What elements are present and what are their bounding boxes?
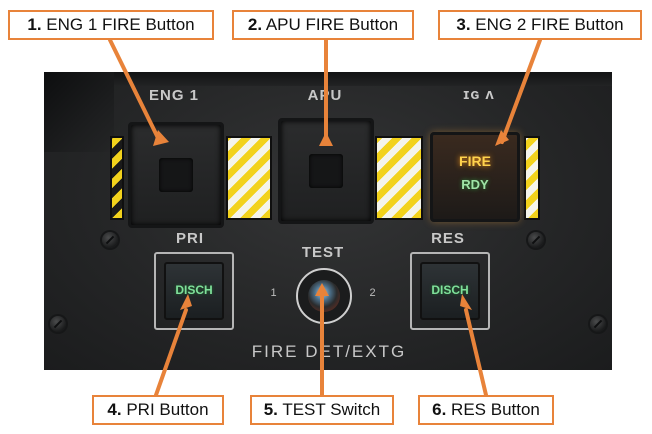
hazard-stripe-left — [110, 136, 124, 220]
pri-disch-button[interactable]: DISCH — [164, 262, 224, 320]
callout-text: ENG 2 FIRE Button — [475, 15, 624, 34]
eng1-fire-button[interactable] — [128, 122, 224, 228]
callout-text: PRI Button — [126, 400, 209, 419]
callout-text: APU FIRE Button — [265, 15, 399, 34]
hazard-stripe-right — [524, 136, 540, 220]
test-label: TEST — [301, 244, 345, 261]
callout-number: 1. — [27, 15, 42, 34]
callout-number: 5. — [263, 400, 278, 419]
test-switch[interactable] — [296, 268, 352, 324]
test-switch-knob[interactable] — [308, 280, 340, 312]
panel-title: FIRE DET/EXTG — [251, 342, 407, 361]
callout-number: 6. — [432, 400, 447, 419]
screw-icon — [590, 316, 606, 332]
pri-label: PRI — [175, 230, 204, 247]
res-button-frame: DISCH — [410, 252, 490, 330]
callout-text: TEST Switch — [282, 400, 381, 419]
callout-number: 4. — [107, 400, 122, 419]
panel-top-strip — [44, 72, 612, 86]
callout-number: 2. — [247, 15, 263, 34]
eng1-fire-button-face — [159, 158, 193, 192]
callout-pri-button: 4. PRI Button — [92, 395, 224, 425]
callout-test-switch: 5. TEST Switch — [250, 395, 394, 425]
hazard-stripe-apu-eng2 — [375, 136, 423, 220]
fire-det-extg-panel: ENG 1 APU ɪɢ ᴧ FIRE RDY PRI DISCH TEST 1… — [44, 72, 612, 370]
test-position-1: 1 — [270, 287, 278, 299]
eng2-fire-button[interactable]: FIRE RDY — [430, 132, 520, 222]
screw-icon — [50, 316, 66, 332]
pri-disch-label: DISCH — [175, 283, 213, 297]
res-disch-label: DISCH — [431, 283, 469, 297]
callout-text: RES Button — [451, 400, 540, 419]
eng2-fire-light: FIRE — [459, 153, 491, 169]
callout-eng2-fire-button: 3. ENG 2 FIRE Button — [438, 10, 642, 40]
apu-fire-button-face — [309, 154, 343, 188]
apu-fire-button[interactable] — [278, 118, 374, 224]
panel-corner-shadow — [44, 72, 114, 152]
eng2-label: ɪɢ ᴧ — [463, 86, 495, 103]
screw-icon — [528, 232, 544, 248]
apu-label: APU — [307, 87, 343, 104]
test-position-2: 2 — [369, 287, 377, 299]
callout-res-button: 6. RES Button — [418, 395, 554, 425]
pri-button-frame: DISCH — [154, 252, 234, 330]
callout-eng1-fire-button: 1. ENG 1 FIRE Button — [8, 10, 214, 40]
res-disch-button[interactable]: DISCH — [420, 262, 480, 320]
callout-apu-fire-button: 2. APU FIRE Button — [232, 10, 414, 40]
eng1-label: ENG 1 — [148, 87, 199, 104]
callout-text: ENG 1 FIRE Button — [46, 15, 195, 34]
hazard-stripe-eng1-apu — [226, 136, 272, 220]
res-label: RES — [431, 230, 465, 247]
screw-icon — [102, 232, 118, 248]
callout-number: 3. — [456, 15, 471, 34]
eng2-rdy-light: RDY — [461, 177, 489, 192]
